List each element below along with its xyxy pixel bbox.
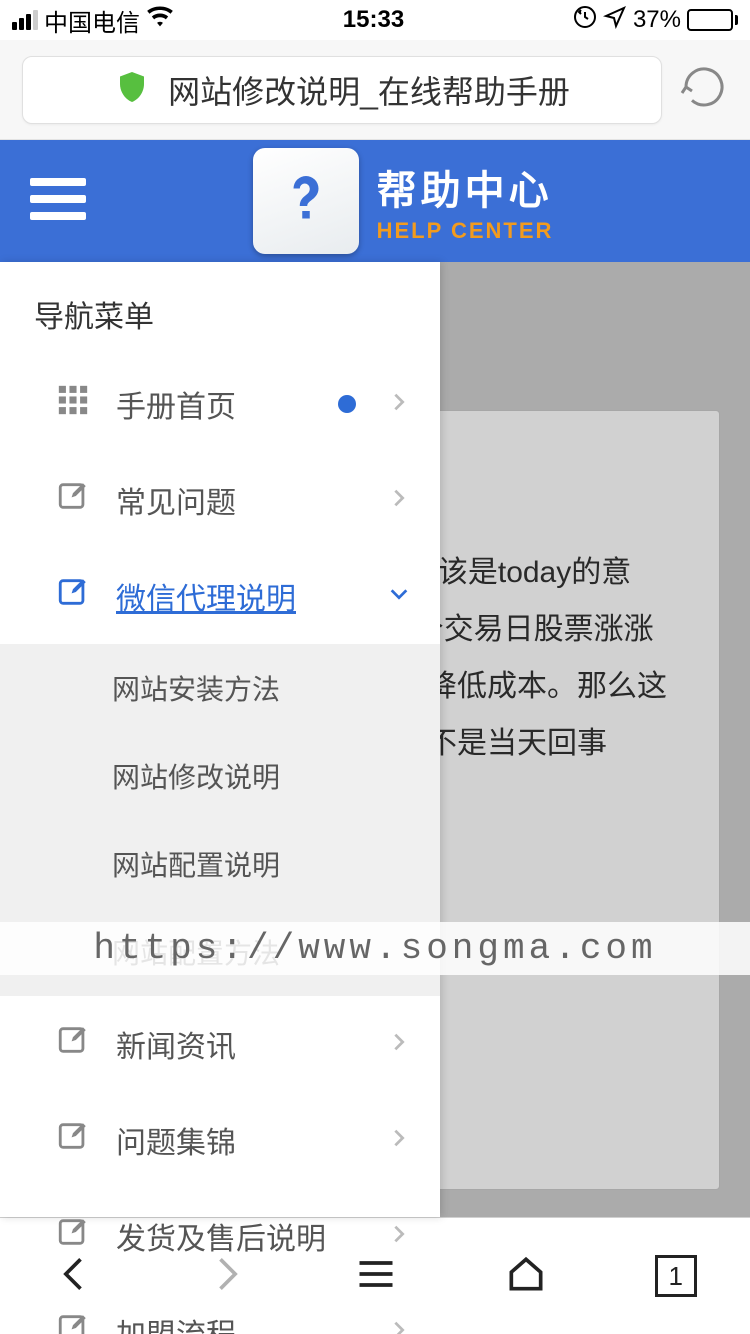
edit-icon (56, 1119, 90, 1161)
address-box[interactable]: 网站修改说明_在线帮助手册 (22, 56, 662, 124)
edit-icon (56, 575, 90, 617)
logo-title-en: HELP CENTER (377, 218, 554, 244)
forward-button[interactable] (204, 1252, 248, 1301)
sidebar-item-4[interactable]: 问题集锦 (0, 1092, 440, 1188)
chevron-right-icon (388, 1219, 410, 1253)
tabs-button[interactable]: 1 (655, 1255, 697, 1297)
edit-icon (56, 1215, 90, 1257)
signal-icon (12, 10, 38, 30)
logo-title-cn: 帮助中心 (377, 158, 554, 216)
sidebar-item-2[interactable]: 微信代理说明 (0, 548, 440, 644)
carrier-label: 中国电信 (44, 3, 140, 38)
shield-icon (114, 69, 150, 110)
active-dot-icon (338, 395, 356, 413)
chevron-right-icon (388, 1123, 410, 1157)
sidebar-item-label: 手册首页 (116, 382, 312, 426)
sidebar-item-0[interactable]: 手册首页 (0, 356, 440, 452)
sidebar-item-label: 加盟流程 (116, 1310, 362, 1334)
sidebar-title: 导航菜单 (0, 262, 440, 356)
wifi-icon (146, 3, 174, 38)
logo: 帮助中心 HELP CENTER (86, 148, 720, 254)
sidebar-item-label: 微信代理说明 (116, 574, 362, 618)
grid-icon (56, 383, 90, 425)
app-header: 帮助中心 HELP CENTER (0, 140, 750, 262)
rotation-lock-icon (573, 5, 597, 36)
menu-button[interactable] (30, 178, 86, 225)
chevron-right-icon (388, 387, 410, 421)
chevron-right-icon (388, 483, 410, 517)
battery-percent: 37% (633, 6, 681, 34)
edit-icon (56, 1311, 90, 1334)
sidebar-subitem-2[interactable]: 网站配置说明 (0, 820, 440, 908)
logo-icon (253, 148, 359, 254)
location-icon (603, 5, 627, 36)
battery-icon (687, 9, 738, 31)
watermark-overlay: https://www.songma.com (0, 922, 750, 975)
refresh-button[interactable] (680, 63, 728, 116)
browser-address-bar: 网站修改说明_在线帮助手册 (0, 40, 750, 140)
edit-icon (56, 479, 90, 521)
sidebar-subitem-0[interactable]: 网站安装方法 (0, 644, 440, 732)
status-bar: 中国电信 15:33 37% (0, 0, 750, 40)
sidebar-item-label: 问题集锦 (116, 1118, 362, 1162)
home-button[interactable] (504, 1252, 548, 1301)
chevron-right-icon (388, 1027, 410, 1061)
sidebar-item-3[interactable]: 新闻资讯 (0, 996, 440, 1092)
sidebar-item-label: 新闻资讯 (116, 1022, 362, 1066)
tab-count: 1 (655, 1255, 697, 1297)
chevron-down-icon (388, 579, 410, 613)
page-title: 网站修改说明_在线帮助手册 (168, 67, 570, 113)
sidebar-item-1[interactable]: 常见问题 (0, 452, 440, 548)
sidebar-subitem-1[interactable]: 网站修改说明 (0, 732, 440, 820)
sidebar-item-label: 常见问题 (116, 478, 362, 522)
edit-icon (56, 1023, 90, 1065)
chevron-right-icon (388, 1315, 410, 1334)
clock: 15:33 (343, 6, 404, 34)
sidebar-drawer: 导航菜单 手册首页常见问题微信代理说明网站安装方法网站修改说明网站配置说明网站配… (0, 262, 440, 1217)
